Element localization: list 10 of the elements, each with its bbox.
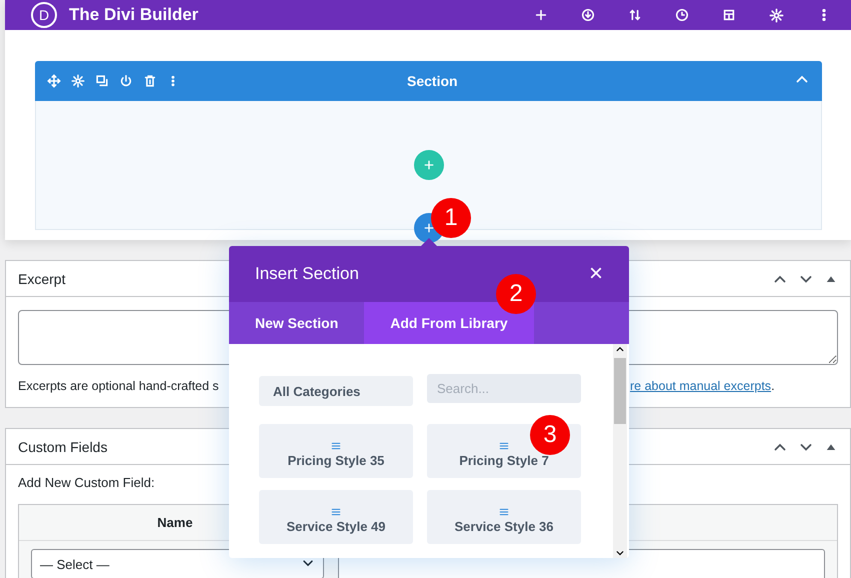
field-label: Add New Custom Field: (18, 475, 156, 490)
box-title: Excerpt (18, 270, 66, 286)
divi-logo: D (31, 2, 57, 28)
app-title: The Divi Builder (69, 5, 200, 25)
box-title: Custom Fields (18, 438, 108, 454)
help-text: . (771, 379, 775, 393)
column-header: Name (157, 515, 193, 530)
section-title: Section (407, 73, 459, 89)
modal-title: Insert Section (255, 264, 360, 284)
help-text: Excerpts are optional hand-crafted s (18, 379, 219, 393)
